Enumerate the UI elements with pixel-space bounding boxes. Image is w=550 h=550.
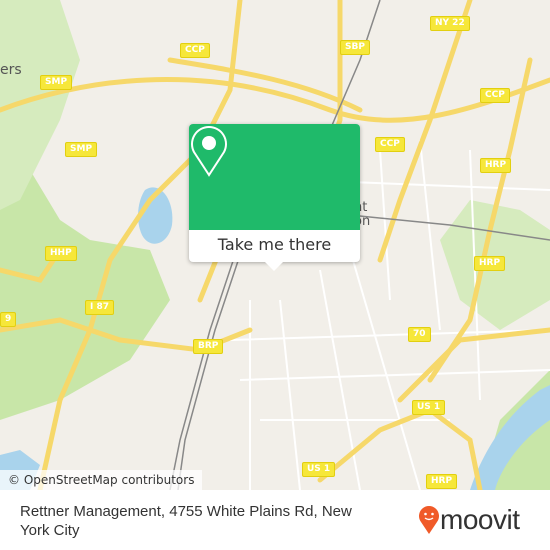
moovit-pin-icon [419,506,439,534]
road-shield: US 1 [302,462,336,477]
address-text: Rettner Management, 4755 White Plains Rd… [20,503,352,539]
road-shield: HHP [45,246,77,261]
location-pin-icon [191,126,227,177]
moovit-logo[interactable]: moovit [418,504,520,535]
road-shield: US 1 [412,400,446,415]
road-shield: BRP [193,339,224,354]
road-shield: 9 [0,312,17,327]
popup-pointer [265,262,283,271]
popup-header [189,124,360,230]
road-shield: HRP [474,256,506,271]
road-shield: SMP [65,142,98,157]
map-attribution[interactable]: © OpenStreetMap contributors [0,470,203,490]
logo-text: moovit [440,504,520,535]
road-shield: CCP [180,43,210,58]
road-shield: SBP [340,40,370,55]
road-shield: CCP [375,137,405,152]
road-shield: SMP [40,75,73,90]
road-shield: HRP [480,158,512,173]
place-label: ers [0,62,22,78]
road-shield: NY 22 [430,16,470,31]
road-shield: CCP [480,88,510,103]
map-popup: Take me there [189,124,360,271]
park-area [0,150,170,420]
map[interactable]: ers nt on NY 22 CCP SBP SMP CCP CCP SMP … [0,0,550,490]
road-shield: 70 [408,327,431,342]
road-shield: I 87 [85,300,115,315]
road-shield: HRP [426,474,458,489]
take-me-there-button[interactable]: Take me there [189,230,360,262]
